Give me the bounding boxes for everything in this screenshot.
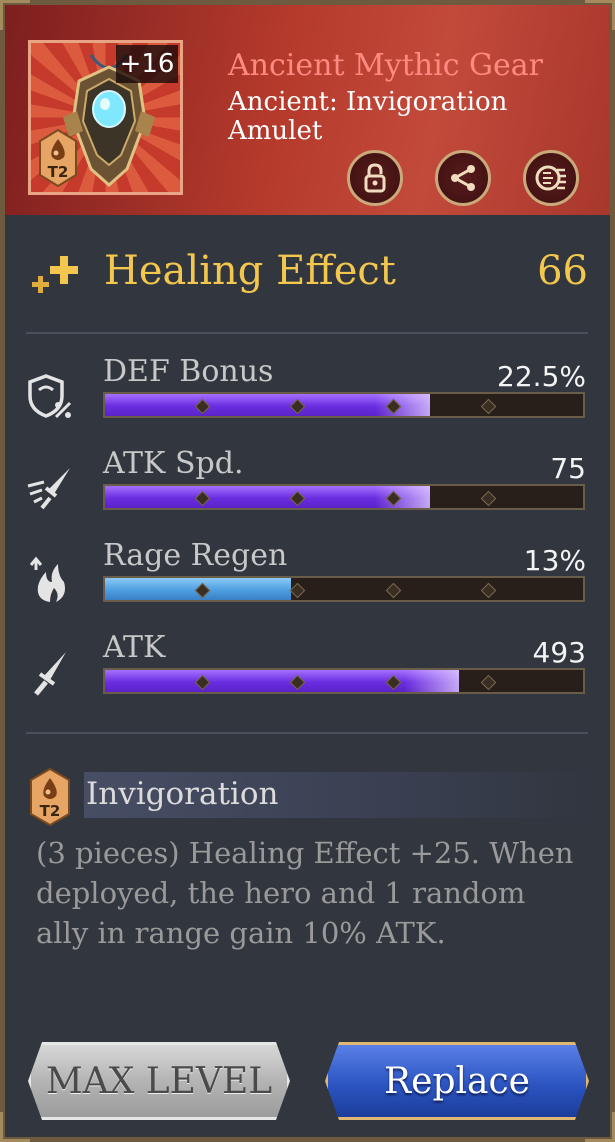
divider — [26, 732, 588, 734]
stat-bar-fill — [105, 486, 431, 508]
tier-label: T2 — [47, 163, 69, 181]
stat-progress-bar — [103, 668, 585, 694]
stat-value: 493 — [532, 636, 586, 669]
lock-icon — [364, 163, 386, 193]
frame-corner — [0, 1112, 30, 1142]
set-bonus-title: Invigoration — [86, 776, 279, 812]
set-tier-label: T2 — [39, 802, 61, 820]
stat-bar-fill — [105, 394, 431, 416]
stat-bar-fill — [105, 670, 459, 692]
tier-badge: T2 — [39, 128, 77, 191]
divider — [26, 332, 588, 334]
main-stat-label: Healing Effect — [104, 248, 396, 294]
enhance-level-badge: +16 — [116, 45, 178, 83]
main-stat-value: 66 — [537, 248, 588, 294]
stat-label: Rage Regen — [103, 538, 288, 573]
stat-label: DEF Bonus — [103, 354, 274, 389]
lock-button[interactable] — [347, 150, 403, 206]
share-button[interactable] — [435, 150, 491, 206]
stat-progress-bar — [103, 392, 585, 418]
stat-progress-bar — [103, 484, 585, 510]
replace-button[interactable]: Replace — [325, 1042, 589, 1120]
gear-icon-slot[interactable]: +16 T2 — [28, 40, 183, 195]
frame-corner — [585, 1112, 615, 1142]
stat-value: 13% — [523, 544, 586, 577]
stat-row-rage-regen: Rage Regen 13% — [26, 538, 586, 626]
gear-name: Ancient: Invigoration Amulet — [228, 87, 508, 146]
frame-corner — [585, 0, 615, 30]
shield-percent-icon — [28, 374, 72, 419]
healing-sparkle-icon — [32, 256, 78, 293]
disassemble-button[interactable] — [523, 150, 579, 206]
stat-label: ATK — [103, 630, 166, 665]
sword-speed-icon — [27, 468, 70, 510]
stat-row-atk-spd: ATK Spd. 75 — [26, 446, 586, 534]
stat-label: ATK Spd. — [103, 446, 244, 481]
max-level-button[interactable]: MAX LEVEL — [28, 1042, 290, 1120]
rage-flame-icon — [29, 556, 65, 602]
stat-progress-bar — [103, 576, 585, 602]
stat-value: 75 — [550, 452, 586, 485]
stat-row-atk: ATK 493 — [26, 630, 586, 718]
share-icon — [451, 165, 475, 191]
stat-value: 22.5% — [497, 360, 586, 393]
main-stat-row: Healing Effect 66 — [28, 248, 588, 300]
disassemble-icon — [535, 165, 566, 191]
gear-rarity: Ancient Mythic Gear — [228, 48, 543, 83]
sword-icon — [34, 652, 66, 696]
set-bonus-description: (3 pieces) Healing Effect +25. When depl… — [36, 836, 574, 950]
gear-header: +16 T2 Ancient Mythic Gear Ancient: Invi… — [5, 5, 610, 215]
frame-corner — [0, 0, 30, 30]
set-tier-badge: T2 — [30, 767, 70, 830]
stat-row-def-bonus: DEF Bonus 22.5% — [26, 354, 586, 442]
